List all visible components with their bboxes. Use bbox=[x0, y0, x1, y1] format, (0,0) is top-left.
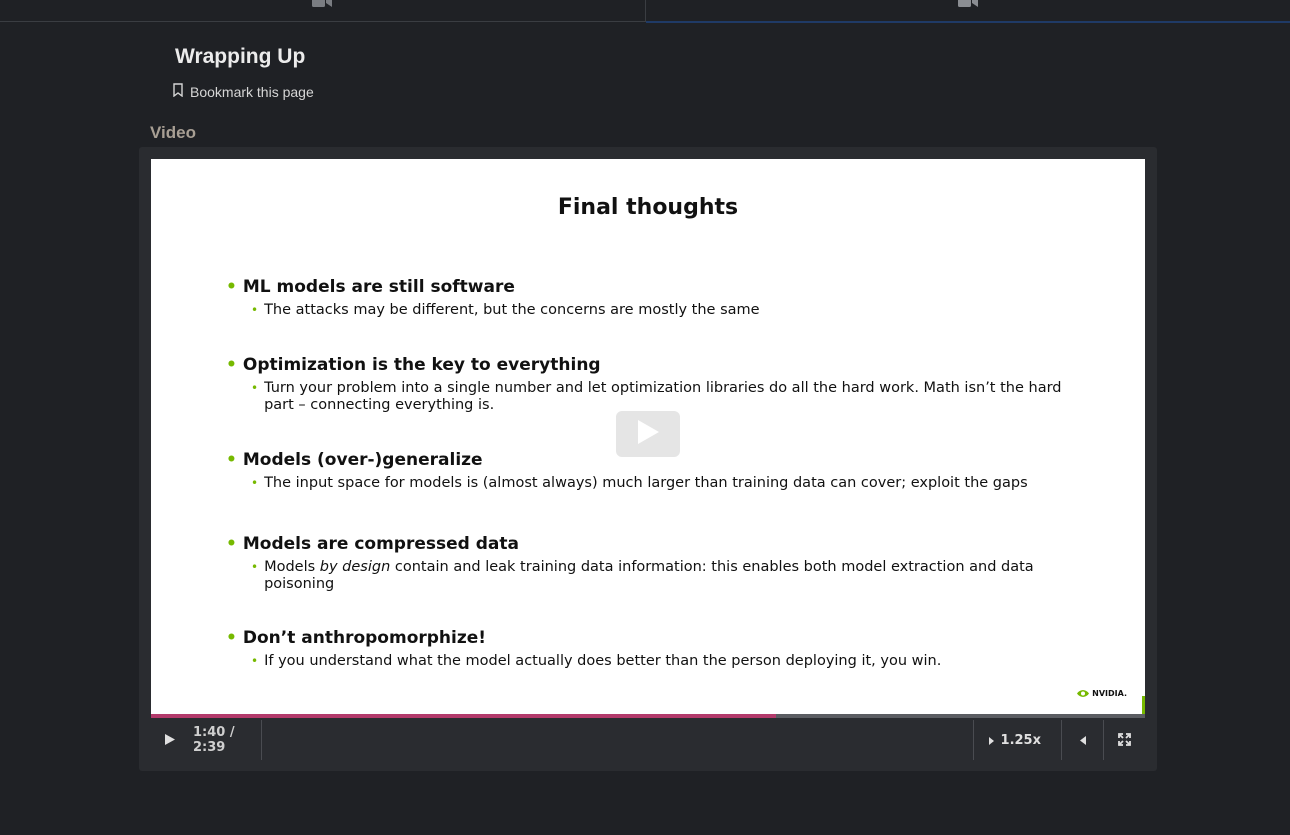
caret-right-icon bbox=[988, 731, 995, 750]
bookmark-icon bbox=[172, 83, 184, 100]
bullet-text: Models by design contain and leak traini… bbox=[264, 559, 1034, 592]
slide-bullet: • Optimization is the key to everything •… bbox=[226, 355, 1086, 414]
bookmark-label: Bookmark this page bbox=[190, 83, 314, 100]
video-camera-icon bbox=[312, 0, 333, 8]
bookmark-button[interactable]: Bookmark this page bbox=[172, 83, 314, 100]
bullet-dot: • bbox=[226, 534, 237, 554]
slide-bullet: • ML models are still software • The attac… bbox=[226, 277, 1086, 319]
volume-button[interactable] bbox=[1062, 720, 1103, 760]
play-icon bbox=[164, 731, 176, 750]
bullet-text: The input space for models is (almost al… bbox=[264, 475, 1028, 491]
slide-accent-bar bbox=[1142, 696, 1145, 714]
sequence-nav bbox=[0, 0, 1290, 23]
video-player: Final thoughts • ML models are still soft… bbox=[139, 147, 1157, 771]
slide-title: Final thoughts bbox=[557, 195, 739, 220]
fullscreen-icon bbox=[1118, 731, 1131, 750]
slide-bullet: • Models are compressed data • Models by d… bbox=[226, 534, 1086, 593]
video-screen[interactable]: Final thoughts • ML models are still soft… bbox=[151, 159, 1145, 714]
bullet-heading: Models (over-)generalize bbox=[242, 450, 483, 470]
bullet-dot: • bbox=[251, 381, 259, 395]
time-display: 1:40 / 2:39 bbox=[193, 725, 235, 755]
sequence-tab-1[interactable] bbox=[0, 0, 646, 22]
bullet-dot: • bbox=[226, 450, 237, 470]
page-title: Wrapping Up bbox=[175, 45, 306, 68]
bullet-dot: • bbox=[226, 277, 237, 297]
sequence-tab-2[interactable] bbox=[645, 0, 1290, 23]
bullet-heading: Don’t anthropomorphize! bbox=[242, 628, 487, 648]
bullet-dot: • bbox=[226, 628, 237, 648]
volume-icon bbox=[1078, 731, 1087, 750]
bullet-heading: Models are compressed data bbox=[242, 534, 519, 554]
section-label: Video bbox=[150, 123, 196, 142]
fullscreen-button[interactable] bbox=[1104, 720, 1145, 760]
bullet-dot: • bbox=[251, 476, 259, 490]
speed-label: 1.25x bbox=[1000, 732, 1041, 748]
speed-button[interactable]: 1.25x bbox=[974, 720, 1061, 760]
play-icon bbox=[636, 419, 660, 450]
logo-text: NVIDIA. bbox=[1092, 689, 1127, 698]
bullet-text: If you understand what the model actuall… bbox=[264, 653, 942, 669]
nvidia-logo: NVIDIA. bbox=[1076, 689, 1127, 698]
bullet-heading: ML models are still software bbox=[242, 277, 515, 297]
bullet-dot: • bbox=[226, 355, 237, 375]
big-play-button[interactable] bbox=[616, 411, 680, 457]
bullet-text: Turn your problem into a single number a… bbox=[264, 380, 1062, 413]
bullet-text: The attacks may be different, but the co… bbox=[264, 302, 760, 318]
bullet-dot: • bbox=[251, 654, 259, 668]
play-button[interactable] bbox=[151, 720, 189, 760]
video-camera-icon bbox=[957, 0, 978, 8]
bullet-dot: • bbox=[251, 303, 259, 317]
video-controls: 1:40 / 2:39 1.25x bbox=[151, 718, 1145, 762]
slide-bullet: • Don’t anthropomorphize! • If you underst… bbox=[226, 628, 1086, 670]
bullet-heading: Optimization is the key to everything bbox=[242, 355, 601, 375]
divider bbox=[261, 720, 262, 760]
bullet-dot: • bbox=[251, 560, 259, 574]
